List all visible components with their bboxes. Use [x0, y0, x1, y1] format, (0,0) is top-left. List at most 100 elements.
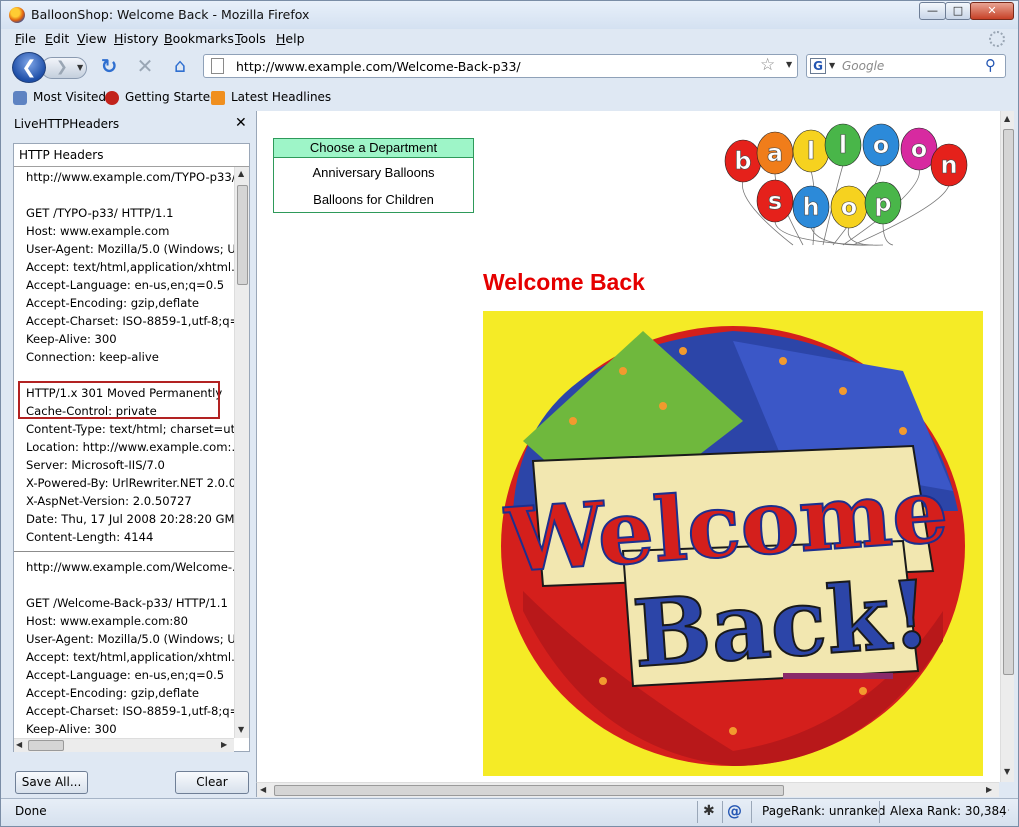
bookmark-latest-headlines[interactable]: Latest Headlines [231, 90, 331, 104]
livehttpheaders-sidebar: LiveHTTPHeaders ✕ HTTP Headers http://ww… [1, 111, 254, 798]
scroll-up-icon[interactable]: ▲ [1004, 114, 1010, 123]
scrollbar-thumb[interactable] [28, 740, 64, 751]
close-sidebar-icon[interactable]: ✕ [235, 115, 247, 131]
header-group-separator [14, 551, 234, 552]
dept-link-anniversary[interactable]: Anniversary Balloons [274, 165, 473, 180]
page-vertical-scrollbar[interactable]: ▲ ▼ [1000, 111, 1014, 782]
rss-feed-icon [211, 91, 225, 105]
scroll-right-icon[interactable]: ▶ [986, 785, 992, 794]
header-line: GET /TYPO-p33/ HTTP/1.1 [26, 206, 174, 220]
logo-letter: s [768, 187, 782, 215]
header-line: Content-Length: 4144 [26, 530, 154, 544]
window-title: BalloonShop: Welcome Back - Mozilla Fire… [31, 7, 310, 22]
menu-history[interactable]: History [114, 31, 158, 46]
address-bar[interactable]: http://www.example.com/Welcome-Back-p33/… [203, 54, 798, 78]
home-button[interactable]: ⌂ [168, 55, 192, 79]
header-line: GET /Welcome-Back-p33/ HTTP/1.1 [26, 596, 228, 610]
most-visited-icon [13, 91, 27, 105]
menu-bar: File Edit View History Bookmarks Tools H… [1, 29, 1018, 49]
activity-throbber-icon [989, 31, 1005, 47]
scroll-down-icon[interactable]: ▼ [238, 725, 244, 734]
headers-list[interactable]: http://www.example.com/TYPO-p33/GET /TYP… [14, 167, 234, 738]
logo-letter: l [839, 131, 847, 159]
menu-view[interactable]: View [77, 31, 107, 46]
header-line: Accept-Encoding: gzip,deflate [26, 296, 200, 310]
getting-started-icon [105, 91, 119, 105]
search-bar[interactable]: G ▼ Google ⚲ [806, 54, 1006, 78]
sidebar-horizontal-scrollbar[interactable]: ◀ ▶ [14, 738, 234, 752]
header-line: Connection: keep-alive [26, 350, 159, 364]
header-line: Keep-Alive: 300 [26, 332, 117, 346]
header-line: Accept-Encoding: gzip,deflate [26, 686, 200, 700]
menu-bookmarks[interactable]: Bookmarks [164, 31, 234, 46]
headers-panel: HTTP Headers http://www.example.com/TYPO… [13, 143, 250, 752]
logo-letter: h [802, 193, 819, 221]
header-line: X-Powered-By: UrlRewriter.NET 2.0.0,... [26, 476, 234, 490]
balloon-string [810, 226, 874, 246]
http-headers-label: HTTP Headers [19, 148, 104, 162]
divider [697, 801, 698, 823]
reload-button[interactable]: ↻ [97, 55, 121, 79]
bookmark-getting-started[interactable]: Getting Started [125, 90, 218, 104]
at-sign-icon[interactable]: @ [727, 802, 742, 820]
sidebar-vertical-scrollbar[interactable]: ▲ ▼ [234, 167, 249, 738]
menu-edit[interactable]: Edit [45, 31, 69, 46]
search-icon[interactable]: ⚲ [985, 56, 996, 74]
header-line: Location: http://www.example.com:... [26, 440, 234, 454]
scrollbar-thumb[interactable] [1003, 129, 1014, 675]
resize-grip-icon[interactable]: ⋰ [1001, 809, 1010, 819]
header-line: Host: www.example.com [26, 224, 170, 238]
header-line: Date: Thu, 17 Jul 2008 20:28:20 GMT [26, 512, 234, 526]
scroll-left-icon[interactable]: ◀ [16, 740, 22, 749]
scrollbar-thumb[interactable] [274, 785, 784, 796]
menu-tools[interactable]: Tools [235, 31, 266, 46]
header-line: Accept-Language: en-us,en;q=0.5 [26, 278, 225, 292]
menu-help[interactable]: Help [276, 31, 305, 46]
logo-letter: a [767, 139, 783, 167]
logo-letter: p [874, 189, 891, 217]
header-line: Accept-Language: en-us,en;q=0.5 [26, 668, 225, 682]
header-line: Host: www.example.com:80 [26, 614, 189, 628]
alexa-rank-indicator[interactable]: Alexa Rank: 30,384 [890, 804, 1007, 818]
scroll-right-icon[interactable]: ▶ [221, 740, 227, 749]
page-icon [211, 58, 224, 74]
url-dropdown-icon[interactable]: ▼ [786, 60, 792, 69]
clear-button[interactable]: Clear [175, 771, 249, 794]
scroll-down-icon[interactable]: ▼ [1004, 767, 1010, 776]
scroll-left-icon[interactable]: ◀ [260, 785, 266, 794]
image-text-back: Back! [630, 560, 934, 688]
menu-file[interactable]: File [15, 31, 36, 46]
header-line: Accept-Charset: ISO-8859-1,utf-8;q=... [26, 704, 234, 718]
divider [722, 801, 723, 823]
welcome-back-balloon-image: Welcome Back! [483, 311, 983, 776]
bookmark-most-visited[interactable]: Most Visited [33, 90, 106, 104]
header-line: Accept-Charset: ISO-8859-1,utf-8;q=... [26, 314, 234, 328]
firefox-icon [9, 7, 25, 23]
balloon-string [847, 226, 884, 246]
title-bar: BalloonShop: Welcome Back - Mozilla Fire… [1, 1, 1018, 29]
divider [879, 801, 880, 823]
pagerank-indicator[interactable]: PageRank: unranked [762, 804, 886, 818]
header-line: User-Agent: Mozilla/5.0 (Windows; U... [26, 632, 234, 646]
history-dropdown-icon[interactable]: ▼ [77, 57, 83, 79]
url-input[interactable]: http://www.example.com/Welcome-Back-p33/ [236, 59, 521, 74]
scrollbar-thumb[interactable] [237, 185, 248, 285]
logo-letter: o [873, 131, 890, 159]
page-horizontal-scrollbar[interactable]: ◀ ▶ [256, 782, 999, 797]
stop-button[interactable]: ✕ [133, 55, 157, 79]
scroll-up-icon[interactable]: ▲ [238, 169, 244, 178]
google-engine-icon[interactable]: G [810, 58, 826, 74]
back-button[interactable]: ❮ [12, 52, 46, 83]
balloon-string [882, 222, 894, 246]
maximize-button[interactable]: □ [945, 2, 971, 20]
minimize-button[interactable]: — [919, 2, 946, 20]
dept-link-children[interactable]: Balloons for Children [274, 192, 473, 207]
save-all-button[interactable]: Save All... [15, 771, 88, 794]
logo-letter: l [807, 137, 815, 165]
firebug-icon[interactable]: ✱ [703, 803, 715, 819]
logo-letter: b [734, 147, 751, 175]
engine-dropdown-icon[interactable]: ▼ [829, 61, 835, 70]
bookmark-star-icon[interactable]: ☆ [760, 55, 775, 75]
search-input[interactable]: Google [842, 59, 884, 73]
close-window-button[interactable]: ✕ [970, 2, 1014, 20]
